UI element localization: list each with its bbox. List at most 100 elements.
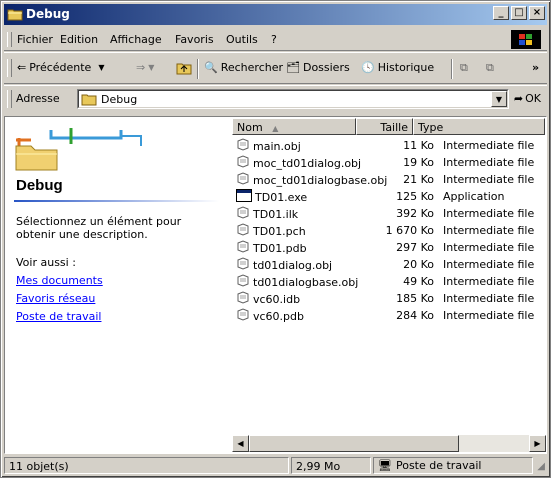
file-name-cell[interactable]: TD01.pdb [236,240,307,256]
file-name: vc60.pdb [253,309,304,323]
column-header-type[interactable]: Type [413,118,545,135]
search-label: Rechercher [220,61,283,74]
forward-arrow-icon: ⇒ [136,61,146,74]
go-label: OK [525,92,541,105]
file-name: td01dialog.obj [253,258,333,272]
horizontal-scrollbar[interactable]: ◀ ▶ [232,435,546,452]
file-row[interactable]: TD01.exe 125 Ko Application [232,188,545,205]
address-input[interactable]: Debug ▼ [77,89,509,109]
close-button[interactable]: × [529,6,545,20]
file-name-cell[interactable]: vc60.pdb [236,308,304,324]
file-row[interactable]: main.obj 11 Ko Intermediate file [232,137,545,154]
column-size-label: Taille [380,121,408,134]
move-to-icon: ⧉ [460,61,468,74]
folder-icon [7,9,23,21]
move-to-button[interactable]: ⧉ [460,61,468,75]
file-type: Intermediate file [443,309,535,322]
minimize-icon: _ [498,7,504,18]
file-row[interactable]: TD01.pch 1 670 Ko Intermediate file [232,222,545,239]
resize-grip-icon[interactable]: ◢ [537,461,545,472]
generic-file-icon [236,155,250,171]
toolbar-more-button[interactable]: » [532,61,539,74]
minimize-button[interactable]: _ [493,6,509,20]
file-row[interactable]: moc_td01dialog.obj 19 Ko Intermediate file [232,154,545,171]
generic-file-icon [236,274,250,290]
file-type: Intermediate file [443,173,535,186]
file-type: Intermediate file [443,139,535,152]
address-grip[interactable] [7,90,12,108]
generic-file-icon [236,257,250,273]
chevron-down-icon: ▼ [495,94,503,104]
toolbar-separator [197,59,199,79]
file-name-cell[interactable]: main.obj [236,138,301,154]
title-divider [14,200,219,202]
file-name-cell[interactable]: TD01.pch [236,223,306,239]
see-also-label: Voir aussi : [16,256,76,269]
toolbar-grip[interactable] [7,59,12,77]
link-favoris-reseau[interactable]: Favoris réseau [16,292,95,305]
up-folder-button[interactable] [176,61,192,75]
history-icon: 🕓 [361,61,375,74]
back-button[interactable]: ⇐ Précédente ▼ [17,61,104,74]
file-size: 49 Ko [403,275,434,288]
column-header-size[interactable]: Taille [356,118,413,135]
menu-bar: Fichier Edition Affichage Favoris Outils… [4,29,547,51]
forward-button[interactable]: ⇒ ▼ [136,61,154,74]
scroll-right-button[interactable]: ▶ [529,435,546,452]
file-name-cell[interactable]: TD01.ilk [236,206,298,222]
back-label: Précédente [29,61,92,74]
computer-icon: 🖥 [378,459,392,472]
menu-edition[interactable]: Edition [60,33,98,46]
folders-button[interactable]: 🗂 Dossiers [286,61,350,74]
file-name-cell[interactable]: TD01.exe [236,189,307,205]
file-type: Intermediate file [443,292,535,305]
file-size: 11 Ko [403,139,434,152]
menu-favoris[interactable]: Favoris [175,33,214,46]
file-row[interactable]: TD01.ilk 392 Ko Intermediate file [232,205,545,222]
generic-file-icon [236,291,250,307]
folders-label: Dossiers [302,61,350,74]
link-poste-de-travail[interactable]: Poste de travail [16,310,101,323]
link-mes-documents[interactable]: Mes documents [16,274,103,287]
file-row[interactable]: vc60.pdb 284 Ko Intermediate file [232,307,545,324]
maximize-icon: □ [514,7,524,18]
history-button[interactable]: 🕓 Historique [361,61,434,74]
file-type: Intermediate file [443,258,535,271]
chevron-down-icon: ▼ [98,63,105,72]
menu-grip[interactable] [7,32,12,47]
scroll-left-button[interactable]: ◀ [232,435,249,452]
title-bar[interactable]: Debug _ □ × [4,4,547,25]
menu-fichier[interactable]: Fichier [17,33,53,46]
file-name-cell[interactable]: vc60.idb [236,291,300,307]
menu-outils[interactable]: Outils [226,33,258,46]
file-name-cell[interactable]: td01dialog.obj [236,257,332,273]
scroll-left-icon: ◀ [237,439,244,448]
file-row[interactable]: vc60.idb 185 Ko Intermediate file [232,290,545,307]
file-name: TD01.pdb [253,241,307,255]
file-name-cell[interactable]: moc_td01dialog.obj [236,155,361,171]
search-icon: 🔍 [204,61,218,74]
file-name: TD01.pch [253,224,306,238]
standard-toolbar: ⇐ Précédente ▼ ⇒ ▼ 🔍 Rechercher 🗂 Dossie… [4,52,547,84]
copy-to-button[interactable]: ⧉ [486,61,494,75]
file-row[interactable]: moc_td01dialogbase.obj 21 Ko Intermediate … [232,171,545,188]
file-size: 21 Ko [403,173,434,186]
scroll-thumb[interactable] [249,435,459,452]
file-row[interactable]: TD01.pdb 297 Ko Intermediate file [232,239,545,256]
search-button[interactable]: 🔍 Rechercher [204,61,283,74]
file-name: moc_td01dialog.obj [253,156,362,170]
file-name-cell[interactable]: td01dialogbase.obj [236,274,358,290]
address-dropdown-button[interactable]: ▼ [491,91,507,107]
copy-to-icon: ⧉ [486,61,494,74]
file-size: 125 Ko [396,190,434,203]
go-button[interactable]: ➦ OK [514,92,541,105]
file-row[interactable]: td01dialog.obj 20 Ko Intermediate file [232,256,545,273]
address-value: Debug [101,93,138,106]
column-header-name[interactable]: Nom ▲ [232,118,356,135]
column-name-label: Nom [237,121,263,134]
maximize-button[interactable]: □ [511,6,527,20]
menu-affichage[interactable]: Affichage [110,33,162,46]
file-row[interactable]: td01dialogbase.obj 49 Ko Intermediate file [232,273,545,290]
column-headers: Nom ▲ Taille Type [232,118,545,135]
menu-help[interactable]: ? [271,33,277,46]
